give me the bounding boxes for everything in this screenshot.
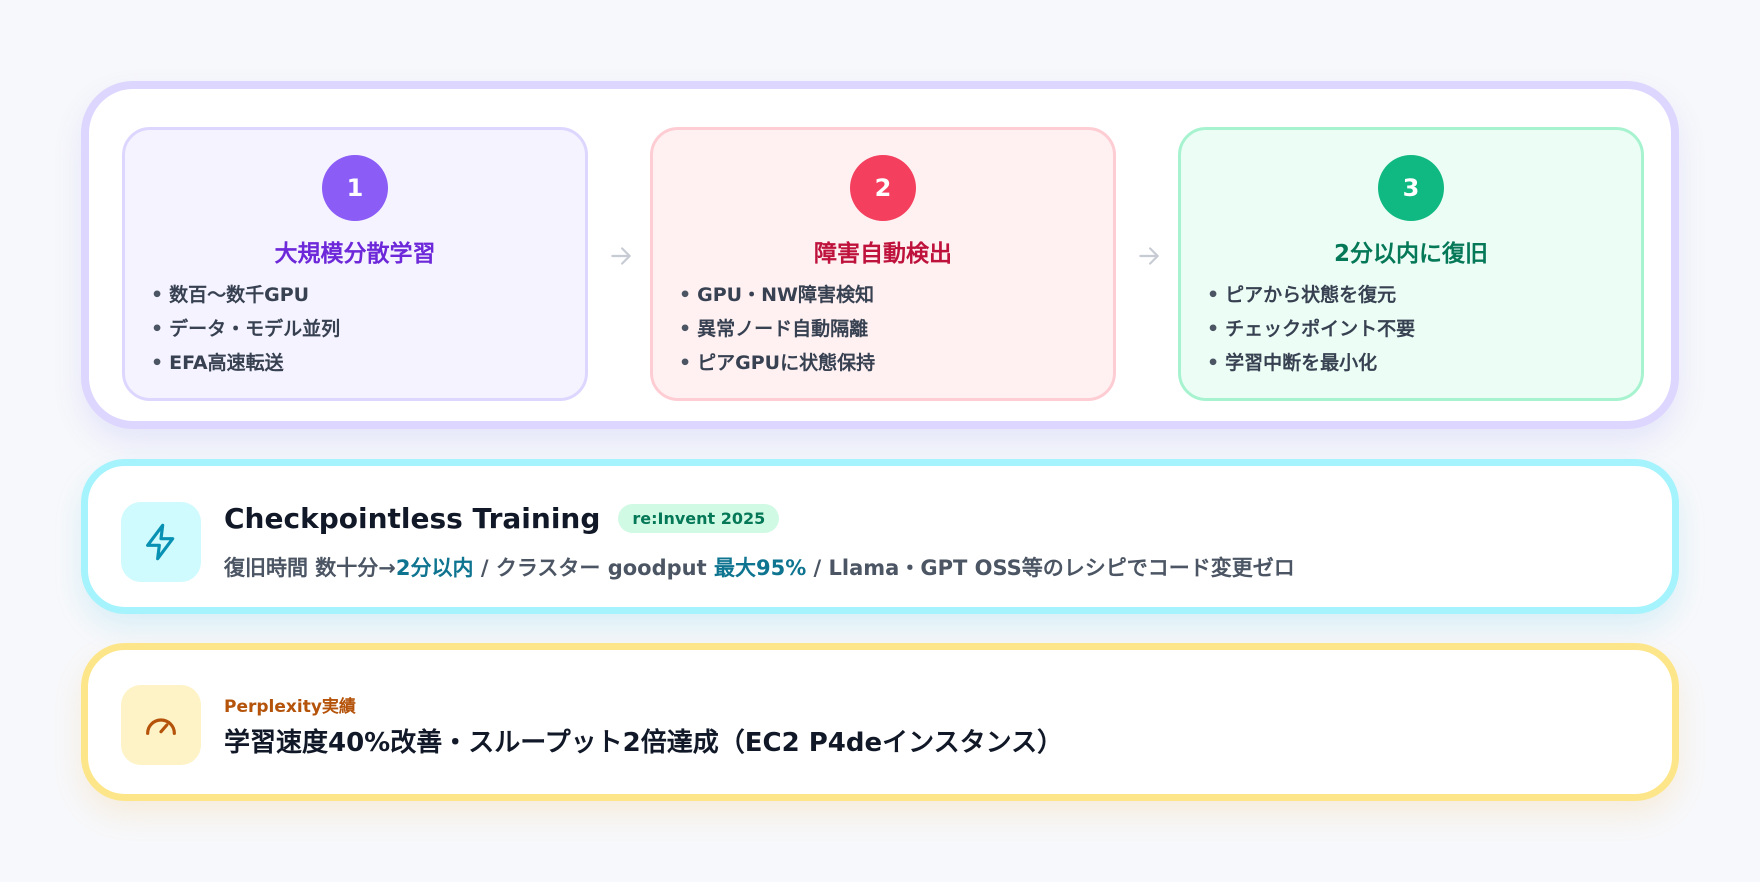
step-title: 大規模分散学習: [274, 241, 436, 267]
card-kicker: Perplexity実績: [224, 697, 356, 717]
step-card-distributed-training: 1 大規模分散学習 数百〜数千GPU データ・モデル並列 EFA高速転送: [122, 127, 588, 401]
arrow-right-icon: [1134, 241, 1164, 271]
desc-text: / クラスター goodput: [473, 556, 714, 580]
step-card-fast-recovery: 3 2分以内に復旧 ピアから状態を復元 チェックポイント不要 学習中断を最小化: [1178, 127, 1644, 401]
perplexity-result-card: Perplexity実績 学習速度40%改善・スループット2倍達成（EC2 P4…: [81, 643, 1679, 801]
step-number-badge: 1: [322, 155, 388, 221]
step-bullet: 異常ノード自動隔離: [679, 312, 875, 346]
step-bullet-list: GPU・NW障害検知 異常ノード自動隔離 ピアGPUに状態保持: [679, 278, 875, 380]
card-title: Checkpointless Training: [224, 502, 601, 535]
desc-highlight-goodput: 最大95%: [713, 556, 807, 580]
step-bullet: 学習中断を最小化: [1207, 346, 1415, 380]
lightning-icon: [121, 502, 201, 582]
step-bullet: EFA高速転送: [151, 346, 340, 380]
step-bullet: ピアGPUに状態保持: [679, 346, 875, 380]
step-card-fault-detection: 2 障害自動検出 GPU・NW障害検知 異常ノード自動隔離 ピアGPUに状態保持: [650, 127, 1116, 401]
checkpointless-training-card: Checkpointless Training re:Invent 2025 復…: [81, 459, 1679, 614]
step-title: 障害自動検出: [814, 241, 952, 267]
step-bullet-list: 数百〜数千GPU データ・モデル並列 EFA高速転送: [151, 278, 340, 380]
step-title: 2分以内に復旧: [1333, 241, 1488, 267]
step-bullet: ピアから状態を復元: [1207, 278, 1415, 312]
card-description: 復旧時間 数十分→2分以内 / クラスター goodput 最大95% / Ll…: [224, 552, 1295, 582]
card-header: Checkpointless Training re:Invent 2025: [224, 502, 780, 535]
step-bullet: データ・モデル並列: [151, 312, 340, 346]
step-number-badge: 2: [850, 155, 916, 221]
card-title: 学習速度40%改善・スループット2倍達成（EC2 P4deインスタンス）: [224, 728, 1064, 758]
step-number-badge: 3: [1378, 155, 1444, 221]
step-bullet-list: ピアから状態を復元 チェックポイント不要 学習中断を最小化: [1207, 278, 1415, 380]
page: 1 大規模分散学習 数百〜数千GPU データ・モデル並列 EFA高速転送 2 障…: [0, 0, 1760, 882]
gauge-icon: [121, 685, 201, 765]
event-tag-badge: re:Invent 2025: [618, 504, 780, 533]
arrow-right-icon: [606, 241, 636, 271]
desc-text: 復旧時間 数十分→: [224, 556, 396, 580]
desc-text: / Llama・GPT OSS等のレシピでコード変更ゼロ: [806, 556, 1295, 580]
step-bullet: 数百〜数千GPU: [151, 278, 340, 312]
step-bullet: チェックポイント不要: [1207, 312, 1415, 346]
step-bullet: GPU・NW障害検知: [679, 278, 875, 312]
desc-highlight-recovery-time: 2分以内: [395, 556, 474, 580]
recovery-flow: 1 大規模分散学習 数百〜数千GPU データ・モデル並列 EFA高速転送 2 障…: [81, 81, 1679, 429]
